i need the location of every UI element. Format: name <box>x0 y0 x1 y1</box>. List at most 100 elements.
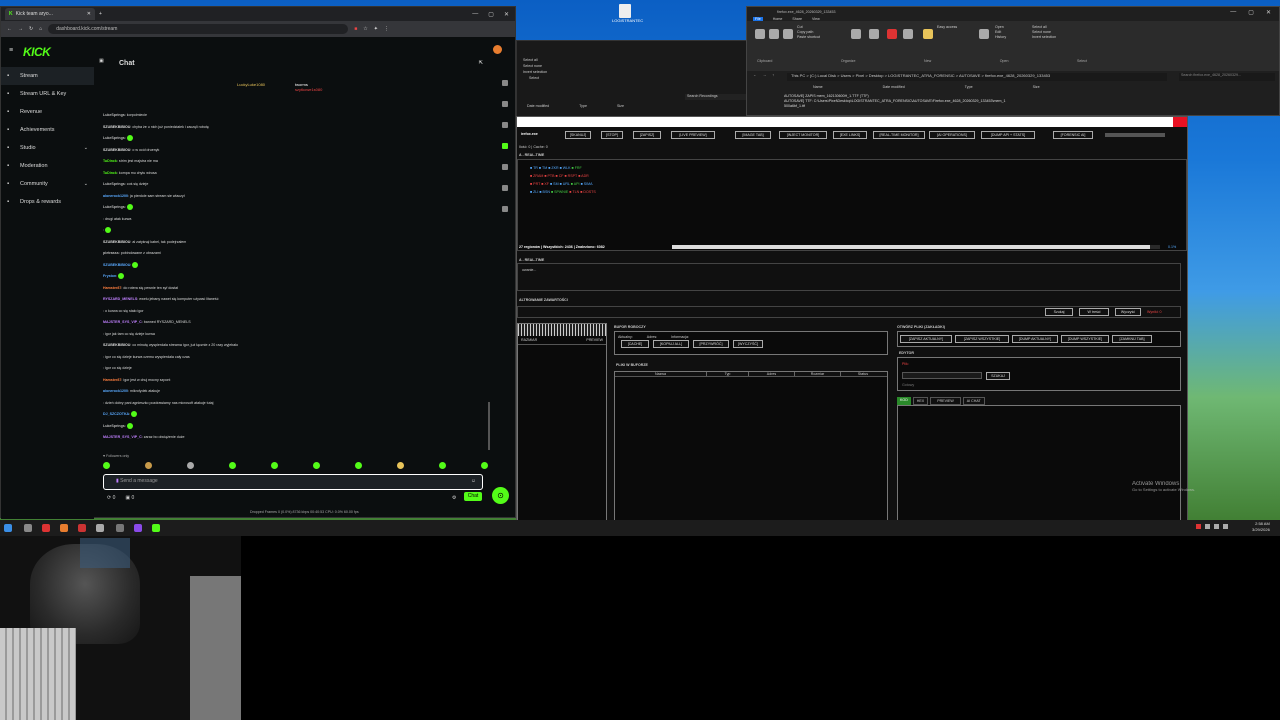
col-size[interactable]: Size <box>1033 85 1040 89</box>
scan-button[interactable]: [SKANUJ] <box>565 131 591 139</box>
chat-username[interactable]: LukeSprings <box>103 424 125 428</box>
invert-selection-item[interactable]: Invert selection <box>1032 35 1056 40</box>
move-to-icon[interactable] <box>851 29 861 39</box>
chat-username[interactable]: alonerock1200 <box>103 194 128 198</box>
url-field[interactable]: dashboard.kick.com/stream <box>48 24 349 34</box>
extension-icon[interactable]: ■ <box>354 26 357 32</box>
cache-button[interactable]: [CACHE] <box>621 340 649 348</box>
chat-username[interactable]: LukeSprings <box>103 113 125 117</box>
pinned-user[interactable]: LuckyLuke1080 <box>237 82 265 87</box>
sidebar-item-stream-url-key[interactable]: ▪ Stream URL & Key <box>1 85 94 103</box>
in-content-button[interactable]: W treści <box>1079 308 1109 316</box>
chevron-down-icon[interactable]: ⌄ <box>84 181 88 187</box>
close-tab-button[interactable]: [ZAMKNIJ TAB] <box>1112 335 1152 343</box>
app-icon[interactable] <box>134 524 142 532</box>
rename-icon[interactable] <box>903 29 913 39</box>
copy-all-button[interactable]: [KOPIUJ ALL] <box>653 340 689 348</box>
clear-button[interactable]: Wyczyść <box>1115 308 1141 316</box>
close-icon[interactable]: ✕ <box>504 11 509 18</box>
col-date-modified[interactable]: Date modified <box>883 85 905 89</box>
start-icon[interactable] <box>4 524 12 532</box>
chat-username[interactable]: pietrasss <box>103 251 119 255</box>
col-size[interactable]: Rozmiar <box>795 372 841 376</box>
delete-icon[interactable] <box>887 29 897 39</box>
chat-username[interactable]: LukeSprings <box>103 136 125 140</box>
emote-icon[interactable] <box>397 462 404 469</box>
emote-icon[interactable] <box>145 462 152 469</box>
history-item[interactable]: History <box>995 35 1006 40</box>
chat-username[interactable]: Hamster87 <box>103 286 121 290</box>
emoji-icon[interactable]: ☺ <box>471 478 476 484</box>
tray-icon[interactable] <box>1214 524 1219 529</box>
easy-access-item[interactable]: Easy access <box>937 25 957 30</box>
col-type[interactable]: Type <box>579 104 587 108</box>
chat-username[interactable]: LukeSprings <box>103 182 125 186</box>
maximize-icon[interactable]: ▢ <box>1248 9 1254 16</box>
dump-api-stats-button[interactable]: [DUMP API + STATS] <box>981 131 1035 139</box>
chat-scrollbar[interactable] <box>488 402 490 450</box>
exe-links-button[interactable]: [EXE LINKS] <box>833 131 867 139</box>
chat-icon[interactable] <box>502 143 508 149</box>
col-size[interactable]: Size <box>617 104 624 108</box>
paste-icon[interactable] <box>783 29 793 39</box>
chat-username[interactable]: Fryston <box>103 274 116 278</box>
close-icon[interactable]: ✕ <box>1266 9 1271 16</box>
col-date[interactable]: Date modified <box>527 104 549 108</box>
col-address[interactable]: Adres <box>749 372 795 376</box>
emote-icon[interactable] <box>439 462 446 469</box>
sidebar-item-revenue[interactable]: ▪ Revenue <box>1 103 94 121</box>
avatar[interactable] <box>493 45 502 54</box>
tab-ai-chat[interactable]: AI CHAT <box>962 397 985 405</box>
clear-buffer-button[interactable]: [WYCZYŚĆ] <box>733 340 763 348</box>
chat-settings-icon[interactable]: ▣ <box>99 58 104 64</box>
emote-icon[interactable] <box>187 462 194 469</box>
star-icon[interactable]: ☆ <box>363 26 367 32</box>
inject-monitor-button[interactable]: [INJECT MONITOR] <box>779 131 827 139</box>
gear-icon[interactable] <box>502 206 508 212</box>
clock[interactable]: 2:58 AM 3/29/2026 <box>1252 521 1270 533</box>
stop-button[interactable]: [STOP] <box>601 131 623 139</box>
code-view-panel[interactable] <box>897 405 1181 523</box>
chat-username[interactable]: RYSZARD_MENELS <box>103 297 137 301</box>
app-icon[interactable] <box>78 524 86 532</box>
tab-hex[interactable]: HEX <box>912 397 929 405</box>
pinned-user-right[interactable]: szytkowe1s080 <box>295 87 322 92</box>
home-icon[interactable]: ⌂ <box>39 26 42 32</box>
chat-username[interactable]: MAJSTER_SYS_VIP_C <box>103 435 142 439</box>
sidebar-item-studio[interactable]: ▪ Studio ⌄ <box>1 139 94 157</box>
new-tab-icon[interactable]: + <box>99 11 102 17</box>
obs-icon[interactable] <box>96 524 104 532</box>
chat-input[interactable]: ▮ Send a message ☺ <box>103 474 483 490</box>
live-preview-button[interactable]: [LIVE PREVIEW] <box>671 131 715 139</box>
minimize-icon[interactable]: — <box>1230 9 1236 16</box>
brave-icon[interactable] <box>42 524 50 532</box>
browser-tab[interactable]: K Kick team aryo... ✕ <box>5 8 95 20</box>
tools-icon[interactable] <box>502 101 508 107</box>
chat-username[interactable]: DJ_SZCZOTKA <box>103 412 129 416</box>
col-name[interactable]: Nazwa <box>615 372 707 376</box>
sidebar-item-stream[interactable]: ▪ Stream <box>1 67 94 85</box>
editor-search-input[interactable] <box>902 372 982 379</box>
col-name[interactable]: Name <box>813 85 823 89</box>
restore-button[interactable]: [PRZYWRÓĆ] <box>693 340 729 348</box>
real-time-monitor-button[interactable]: [REAL-TIME MONITOR] <box>873 131 925 139</box>
kick-icon[interactable] <box>152 524 160 532</box>
points-icon[interactable]: ⟳ 0 <box>107 495 115 501</box>
chat-send-button[interactable]: Chat <box>464 492 482 501</box>
tray-icon[interactable] <box>1196 524 1201 529</box>
forensic-ai-button[interactable]: [FORENSIC AI] <box>1053 131 1093 139</box>
pin-icon[interactable] <box>755 29 765 39</box>
chat-settings-gear-icon[interactable]: ⚙ <box>452 495 456 501</box>
popout-icon[interactable]: ⇱ <box>479 60 483 66</box>
close-icon[interactable] <box>1173 117 1187 127</box>
forward-icon[interactable]: → <box>18 26 23 32</box>
save-all-button[interactable]: [ZAPISZ WSZYSTKIE] <box>955 335 1009 343</box>
chat-username[interactable]: SZUBEKBIBIOU <box>103 263 130 267</box>
stats-icon[interactable] <box>502 185 508 191</box>
activity-icon[interactable] <box>502 164 508 170</box>
chat-username[interactable]: LukeSprings <box>103 205 125 209</box>
save-button[interactable]: [ZAPISZ] <box>633 131 661 139</box>
editor-search-button[interactable]: SZUKAJ <box>986 372 1010 380</box>
emote-icon[interactable] <box>229 462 236 469</box>
new-folder-icon[interactable] <box>923 29 933 39</box>
